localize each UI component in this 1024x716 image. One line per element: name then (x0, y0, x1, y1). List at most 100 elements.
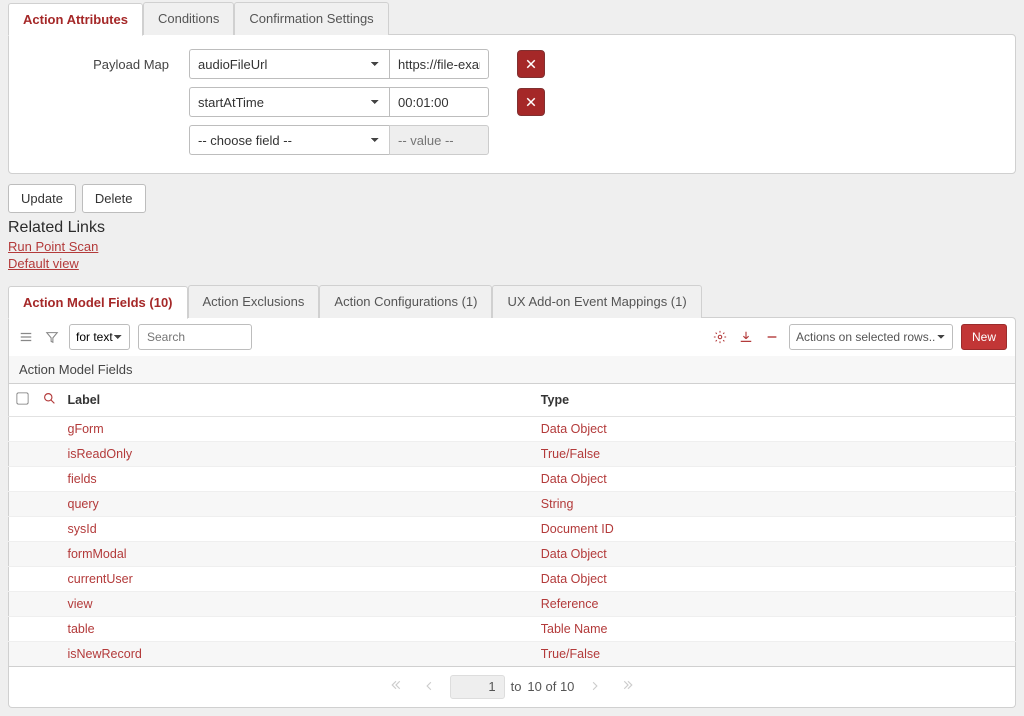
table-row: table Table Name (9, 616, 1016, 641)
row-label-link[interactable]: table (68, 622, 95, 636)
related-links: Related Links Run Point Scan Default vie… (8, 219, 1016, 273)
row-type: Data Object (535, 466, 1016, 491)
table-search-icon[interactable] (43, 394, 56, 408)
form-actions: Update Delete (8, 184, 1016, 213)
pager-last[interactable] (616, 675, 640, 698)
pager-prev[interactable] (418, 676, 440, 698)
pager-first[interactable] (384, 675, 408, 698)
pager-to-word: to (511, 679, 522, 694)
download-icon[interactable] (737, 328, 755, 346)
row-select-cell (9, 566, 37, 591)
tab-action-model-fields[interactable]: Action Model Fields (10) (8, 286, 188, 319)
minus-icon[interactable] (763, 328, 781, 346)
list-toolbar: for text Actions on selected rows... New (8, 317, 1016, 356)
row-action-cell (37, 441, 62, 466)
col-label[interactable]: Label (62, 384, 535, 417)
payload-map-label: Payload Map (23, 57, 183, 72)
action-attributes-panel: Payload Map audioFileUrl startAtTime (8, 34, 1016, 174)
tab-confirmation-settings[interactable]: Confirmation Settings (234, 2, 388, 35)
row-select-cell (9, 591, 37, 616)
payload-map-row-2: startAtTime (23, 87, 1001, 117)
search-input[interactable] (138, 324, 252, 350)
tab-action-exclusions[interactable]: Action Exclusions (188, 285, 320, 318)
row-label-link[interactable]: currentUser (68, 572, 133, 586)
payload-map-label-text: Payload Map (93, 57, 169, 72)
payload-kv-new: -- choose field -- (189, 125, 489, 155)
row-action-cell (37, 516, 62, 541)
filter-icon[interactable] (43, 328, 61, 346)
table-row: view Reference (9, 591, 1016, 616)
payload-key-select-1[interactable]: audioFileUrl (189, 49, 389, 79)
update-button[interactable]: Update (8, 184, 76, 213)
row-action-cell (37, 416, 62, 441)
row-type-link[interactable]: Data Object (541, 472, 607, 486)
row-type: True/False (535, 641, 1016, 666)
tab-ux-addon-event-mappings[interactable]: UX Add-on Event Mappings (1) (492, 285, 701, 318)
payload-value-input-1[interactable] (389, 49, 489, 79)
table-row: currentUser Data Object (9, 566, 1016, 591)
row-type: Data Object (535, 416, 1016, 441)
row-type: Data Object (535, 541, 1016, 566)
remove-row-button-2[interactable] (517, 88, 545, 116)
row-label-link[interactable]: gForm (68, 422, 104, 436)
menu-icon[interactable] (17, 328, 35, 346)
row-label: gForm (62, 416, 535, 441)
payload-value-input-new (389, 125, 489, 155)
table-row: gForm Data Object (9, 416, 1016, 441)
remove-row-button-1[interactable] (517, 50, 545, 78)
col-type[interactable]: Type (535, 384, 1016, 417)
row-action-cell (37, 566, 62, 591)
row-type-link[interactable]: Data Object (541, 547, 607, 561)
row-type: Table Name (535, 616, 1016, 641)
row-select-cell (9, 516, 37, 541)
payload-map-row-1: Payload Map audioFileUrl (23, 49, 1001, 79)
row-type-link[interactable]: Table Name (541, 622, 608, 636)
row-select-cell (9, 491, 37, 516)
row-label-link[interactable]: view (68, 597, 93, 611)
row-label-link[interactable]: fields (68, 472, 97, 486)
payload-kv-1: audioFileUrl (189, 49, 489, 79)
row-type: Document ID (535, 516, 1016, 541)
payload-value-input-2[interactable] (389, 87, 489, 117)
row-type-link[interactable]: Reference (541, 597, 599, 611)
row-type-link[interactable]: String (541, 497, 574, 511)
gear-icon[interactable] (711, 328, 729, 346)
row-type-link[interactable]: True/False (541, 447, 600, 461)
delete-button[interactable]: Delete (82, 184, 146, 213)
row-actions-select[interactable]: Actions on selected rows... (789, 324, 953, 350)
new-button[interactable]: New (961, 324, 1007, 350)
table-row: formModal Data Object (9, 541, 1016, 566)
row-type: String (535, 491, 1016, 516)
link-run-point-scan[interactable]: Run Point Scan (8, 239, 98, 256)
row-select-cell (9, 441, 37, 466)
row-select-cell (9, 616, 37, 641)
pager-info: 1 to 10 of 10 (450, 675, 575, 699)
row-type-link[interactable]: Data Object (541, 422, 607, 436)
payload-key-select-new[interactable]: -- choose field -- (189, 125, 389, 155)
row-label-link[interactable]: isReadOnly (68, 447, 133, 461)
row-label: formModal (62, 541, 535, 566)
list-title: Action Model Fields (8, 356, 1016, 384)
row-label-link[interactable]: formModal (68, 547, 127, 561)
row-label-link[interactable]: sysId (68, 522, 97, 536)
row-label-link[interactable]: isNewRecord (68, 647, 142, 661)
top-tabs: Action Attributes Conditions Confirmatio… (8, 2, 1016, 35)
search-scope-select[interactable]: for text (69, 324, 130, 350)
payload-map-row-new: -- choose field -- (23, 125, 1001, 155)
tab-conditions[interactable]: Conditions (143, 2, 234, 35)
row-type-link[interactable]: True/False (541, 647, 600, 661)
link-default-view[interactable]: Default view (8, 256, 79, 273)
select-all-checkbox[interactable] (17, 392, 29, 404)
tab-action-attributes[interactable]: Action Attributes (8, 3, 143, 36)
pager-next[interactable] (584, 676, 606, 698)
row-type-link[interactable]: Document ID (541, 522, 614, 536)
row-label-link[interactable]: query (68, 497, 99, 511)
tab-action-configurations[interactable]: Action Configurations (1) (319, 285, 492, 318)
row-type-link[interactable]: Data Object (541, 572, 607, 586)
table-row: isReadOnly True/False (9, 441, 1016, 466)
row-type: Data Object (535, 566, 1016, 591)
row-type: True/False (535, 441, 1016, 466)
payload-key-select-2[interactable]: startAtTime (189, 87, 389, 117)
row-action-cell (37, 541, 62, 566)
related-links-heading: Related Links (8, 219, 1016, 237)
